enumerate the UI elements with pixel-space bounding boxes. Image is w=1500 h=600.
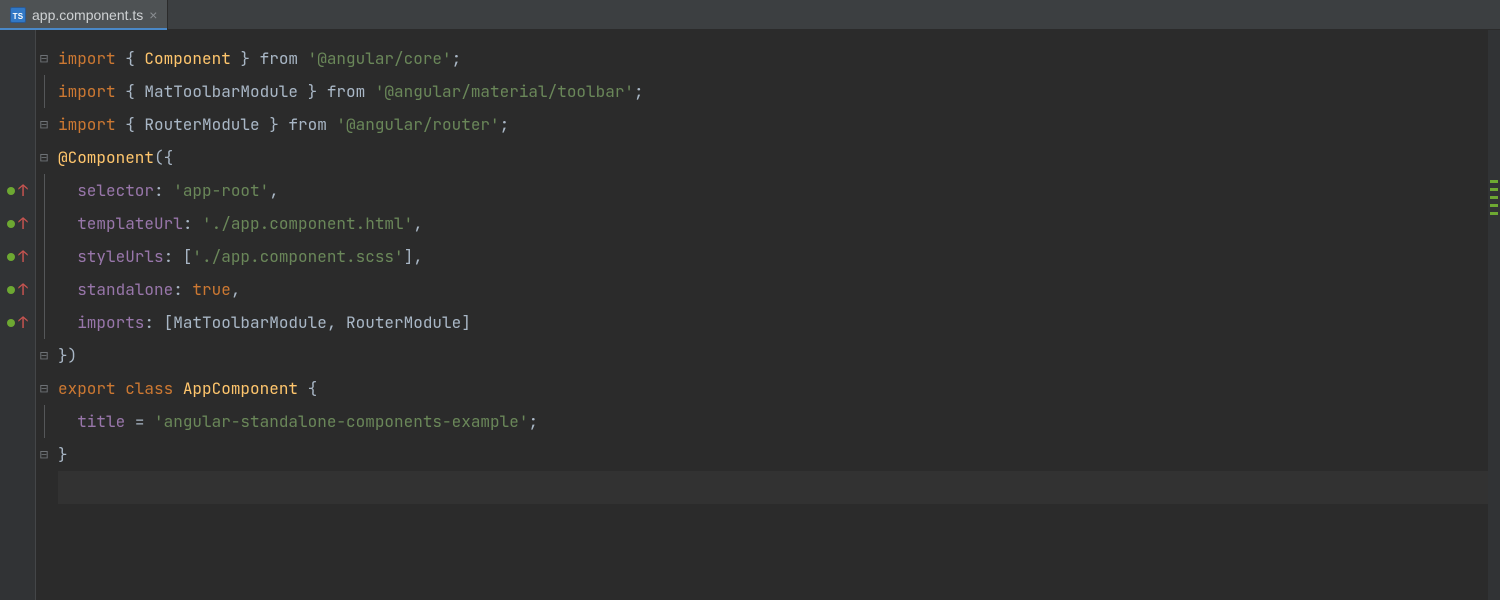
fold-strip[interactable]: ⊟⊟⊟⊟⊟⊟: [36, 30, 52, 600]
fold-toggle: [36, 273, 52, 306]
gutter-row[interactable]: [0, 471, 35, 504]
gutter-row[interactable]: [0, 438, 35, 471]
vcs-modified-arrow-icon: ↑: [18, 279, 28, 300]
code-line[interactable]: imports: [MatToolbarModule, RouterModule…: [58, 306, 1488, 339]
editor-gutter[interactable]: ↑ ↑ ↑ ↑ ↑: [0, 30, 36, 600]
code-line[interactable]: }): [58, 339, 1488, 372]
vcs-modified-arrow-icon: ↑: [18, 246, 28, 267]
fold-toggle: [36, 174, 52, 207]
vcs-added-marker-icon: [7, 319, 15, 327]
gutter-row[interactable]: [0, 108, 35, 141]
gutter-row[interactable]: ↑: [0, 306, 35, 339]
code-line[interactable]: export class AppComponent {: [58, 372, 1488, 405]
gutter-row[interactable]: ↑: [0, 174, 35, 207]
code-line[interactable]: @Component({: [58, 141, 1488, 174]
gutter-row[interactable]: ↑: [0, 273, 35, 306]
close-tab-icon[interactable]: ×: [149, 7, 157, 23]
fold-toggle[interactable]: ⊟: [36, 372, 52, 405]
vcs-change-marker: [1490, 180, 1498, 183]
editor: ↑↑↑↑↑ ⊟⊟⊟⊟⊟⊟ import { Component } from '…: [0, 30, 1500, 600]
vcs-added-marker-icon: [7, 286, 15, 294]
gutter-row[interactable]: [0, 405, 35, 438]
vcs-change-marker: [1490, 188, 1498, 191]
vcs-modified-arrow-icon: ↑: [18, 312, 28, 333]
code-line[interactable]: }: [58, 438, 1488, 471]
code-line[interactable]: styleUrls: ['./app.component.scss'],: [58, 240, 1488, 273]
code-line[interactable]: title = 'angular-standalone-components-e…: [58, 405, 1488, 438]
fold-toggle[interactable]: ⊟: [36, 141, 52, 174]
fold-toggle: [36, 207, 52, 240]
scrollbar-marker-strip[interactable]: [1488, 30, 1500, 600]
code-area[interactable]: import { Component } from '@angular/core…: [52, 30, 1488, 600]
fold-toggle: [36, 471, 52, 504]
fold-toggle[interactable]: ⊟: [36, 339, 52, 372]
code-line[interactable]: templateUrl: './app.component.html',: [58, 207, 1488, 240]
gutter-row[interactable]: [0, 339, 35, 372]
vcs-added-marker-icon: [7, 253, 15, 261]
typescript-file-icon: TS: [10, 7, 26, 23]
code-line[interactable]: standalone: true,: [58, 273, 1488, 306]
fold-toggle: [36, 240, 52, 273]
fold-toggle: [36, 405, 52, 438]
gutter-row[interactable]: [0, 75, 35, 108]
fold-toggle[interactable]: ⊟: [36, 42, 52, 75]
editor-tabbar: TS app.component.ts ×: [0, 0, 1500, 30]
code-line[interactable]: import { RouterModule } from '@angular/r…: [58, 108, 1488, 141]
vcs-change-marker: [1490, 212, 1498, 215]
code-line[interactable]: import { MatToolbarModule } from '@angul…: [58, 75, 1488, 108]
editor-tab-app-component[interactable]: TS app.component.ts ×: [0, 0, 168, 29]
gutter-row[interactable]: [0, 141, 35, 174]
vcs-added-marker-icon: [7, 187, 15, 195]
fold-toggle[interactable]: ⊟: [36, 108, 52, 141]
fold-toggle[interactable]: ⊟: [36, 438, 52, 471]
vcs-change-marker: [1490, 196, 1498, 199]
code-line[interactable]: import { Component } from '@angular/core…: [58, 42, 1488, 75]
code-line[interactable]: [58, 471, 1488, 504]
editor-tab-label: app.component.ts: [32, 7, 143, 23]
vcs-added-marker-icon: [7, 220, 15, 228]
fold-toggle: [36, 75, 52, 108]
gutter-row[interactable]: [0, 372, 35, 405]
gutter-row[interactable]: ↑: [0, 207, 35, 240]
vcs-modified-arrow-icon: ↑: [18, 213, 28, 234]
gutter-row[interactable]: ↑: [0, 240, 35, 273]
vcs-modified-arrow-icon: ↑: [18, 180, 28, 201]
gutter-row[interactable]: [0, 42, 35, 75]
code-line[interactable]: selector: 'app-root',: [58, 174, 1488, 207]
fold-toggle: [36, 306, 52, 339]
vcs-change-marker: [1490, 204, 1498, 207]
